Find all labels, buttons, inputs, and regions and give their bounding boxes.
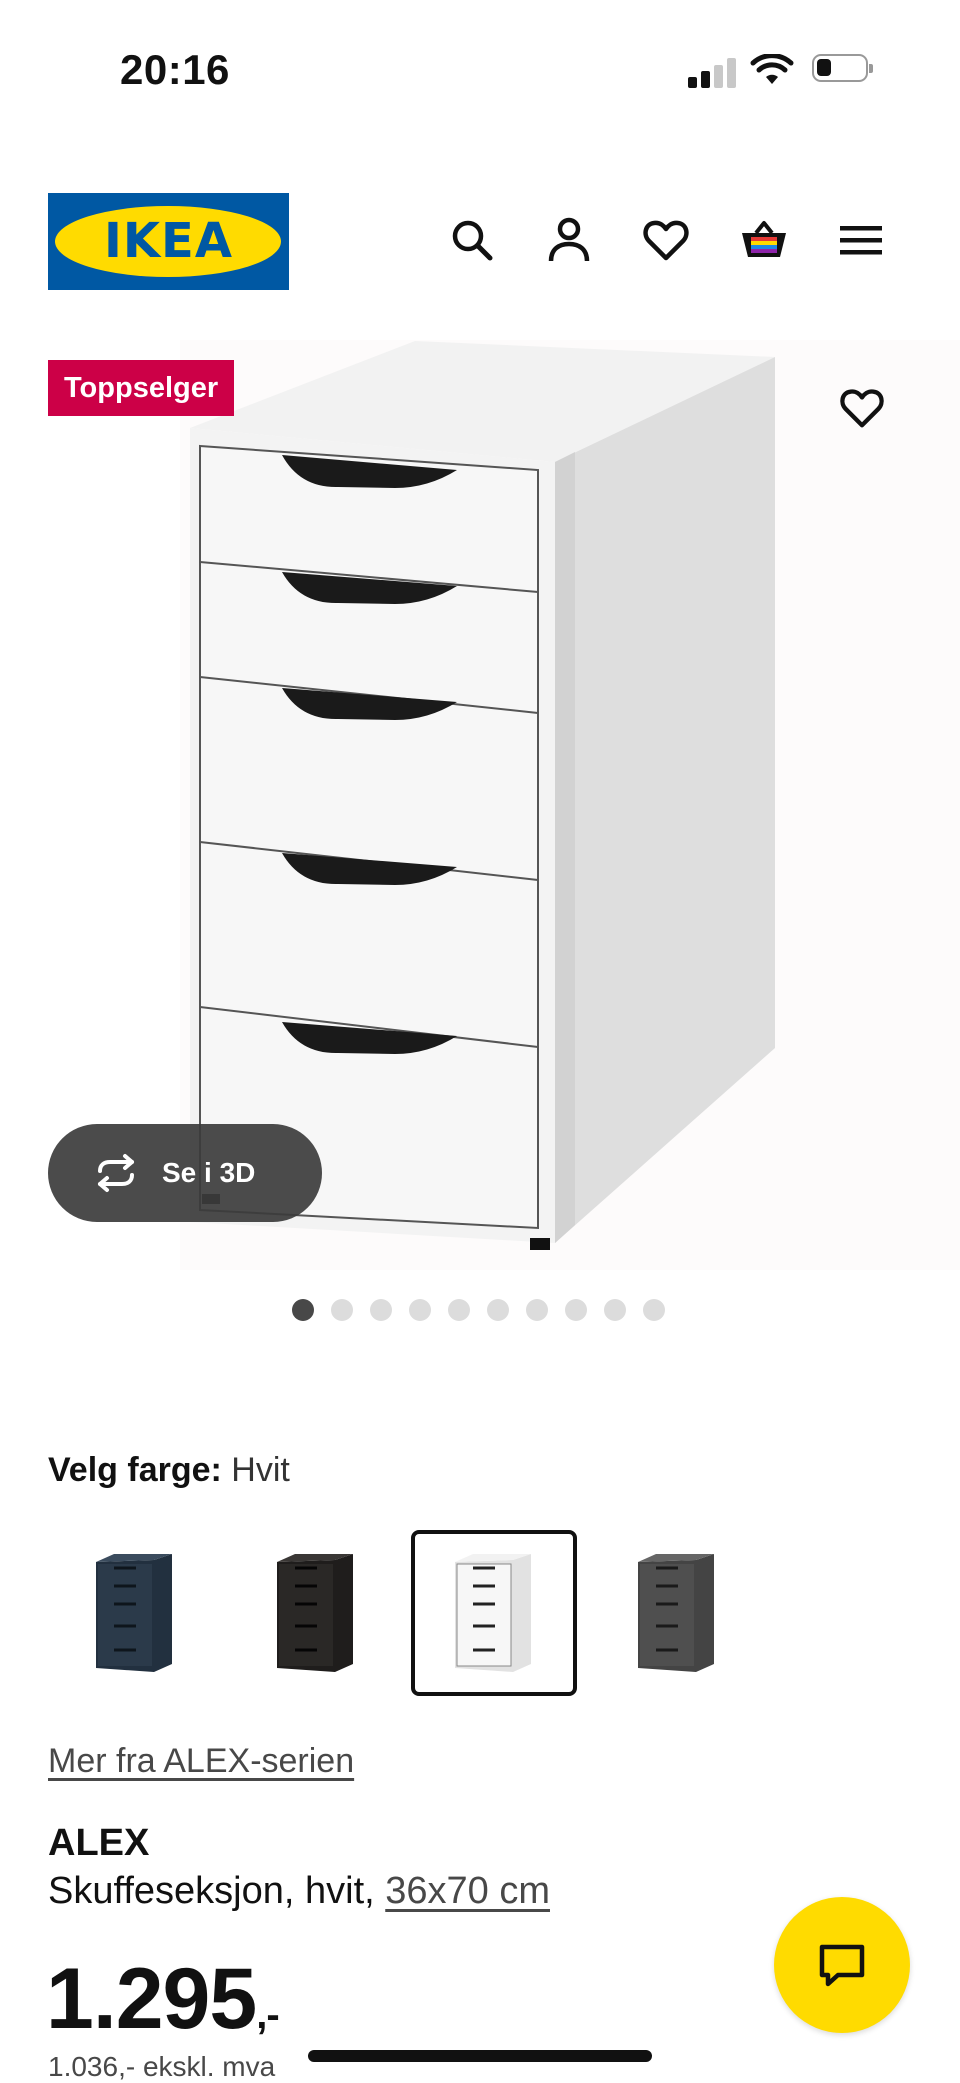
search-icon[interactable] (447, 215, 497, 265)
color-label: Velg farge: (48, 1451, 222, 1489)
account-icon[interactable] (544, 215, 594, 265)
carousel-dot[interactable] (370, 1299, 392, 1321)
swatch-image (96, 1554, 172, 1672)
selected-color: Hvit (231, 1451, 290, 1489)
color-selection-label: Velg farge: Hvit (48, 1451, 290, 1490)
color-swatch-white[interactable] (411, 1530, 577, 1696)
add-to-wishlist-heart-icon[interactable] (838, 384, 886, 432)
menu-hamburger-icon[interactable] (836, 215, 886, 265)
product-description: Skuffeseksjon, hvit, 36x70 cm (48, 1870, 550, 1913)
price-value: 1.295 (46, 1951, 257, 2047)
color-swatch-black-brown[interactable] (233, 1530, 399, 1696)
image-carousel-indicator[interactable] (292, 1299, 665, 1321)
carousel-dot[interactable] (565, 1299, 587, 1321)
carousel-dot[interactable] (409, 1299, 431, 1321)
view-in-3d-label: Se i 3D (162, 1157, 256, 1188)
product-price: 1.295,- (46, 1950, 280, 2049)
price-excluding-vat: 1.036,- ekskl. mva (48, 2051, 276, 2082)
home-indicator[interactable] (308, 2050, 652, 2062)
carousel-dot[interactable] (526, 1299, 548, 1321)
carousel-dot[interactable] (643, 1299, 665, 1321)
carousel-dot[interactable] (604, 1299, 626, 1321)
product-description-text: Skuffeseksjon, hvit, (48, 1870, 386, 1912)
cellular-signal-icon (688, 58, 738, 88)
chat-icon (819, 1944, 865, 1987)
status-time: 20:16 (120, 46, 230, 93)
swatch-image (277, 1554, 353, 1672)
top-seller-badge: Toppselger (48, 360, 235, 416)
price-suffix: ,- (256, 1993, 279, 2037)
product-name: ALEX (48, 1822, 150, 1864)
carousel-dot[interactable] (448, 1299, 470, 1321)
swatch-image (455, 1554, 531, 1672)
wishlist-heart-icon[interactable] (641, 215, 691, 265)
more-from-series-link[interactable]: Mer fra ALEX-serien (48, 1742, 354, 1781)
product-size-link[interactable]: 36x70 cm (385, 1870, 550, 1912)
carousel-dot[interactable] (487, 1299, 509, 1321)
carousel-dot[interactable] (331, 1299, 353, 1321)
swatch-image (638, 1554, 714, 1672)
chat-button[interactable] (774, 1897, 910, 2033)
view-in-3d-button[interactable]: Se i 3D (48, 1124, 322, 1222)
ikea-logo[interactable]: IKEA (48, 193, 289, 290)
wifi-icon (750, 53, 794, 91)
color-swatch-dark-blue[interactable] (52, 1530, 218, 1696)
color-swatch-grey[interactable] (594, 1530, 760, 1696)
battery-icon (812, 54, 873, 82)
carousel-dot[interactable] (292, 1299, 314, 1321)
logo-text: IKEA (104, 213, 233, 269)
rotate-3d-icon (98, 1154, 134, 1192)
cart-basket-icon[interactable] (739, 215, 789, 265)
